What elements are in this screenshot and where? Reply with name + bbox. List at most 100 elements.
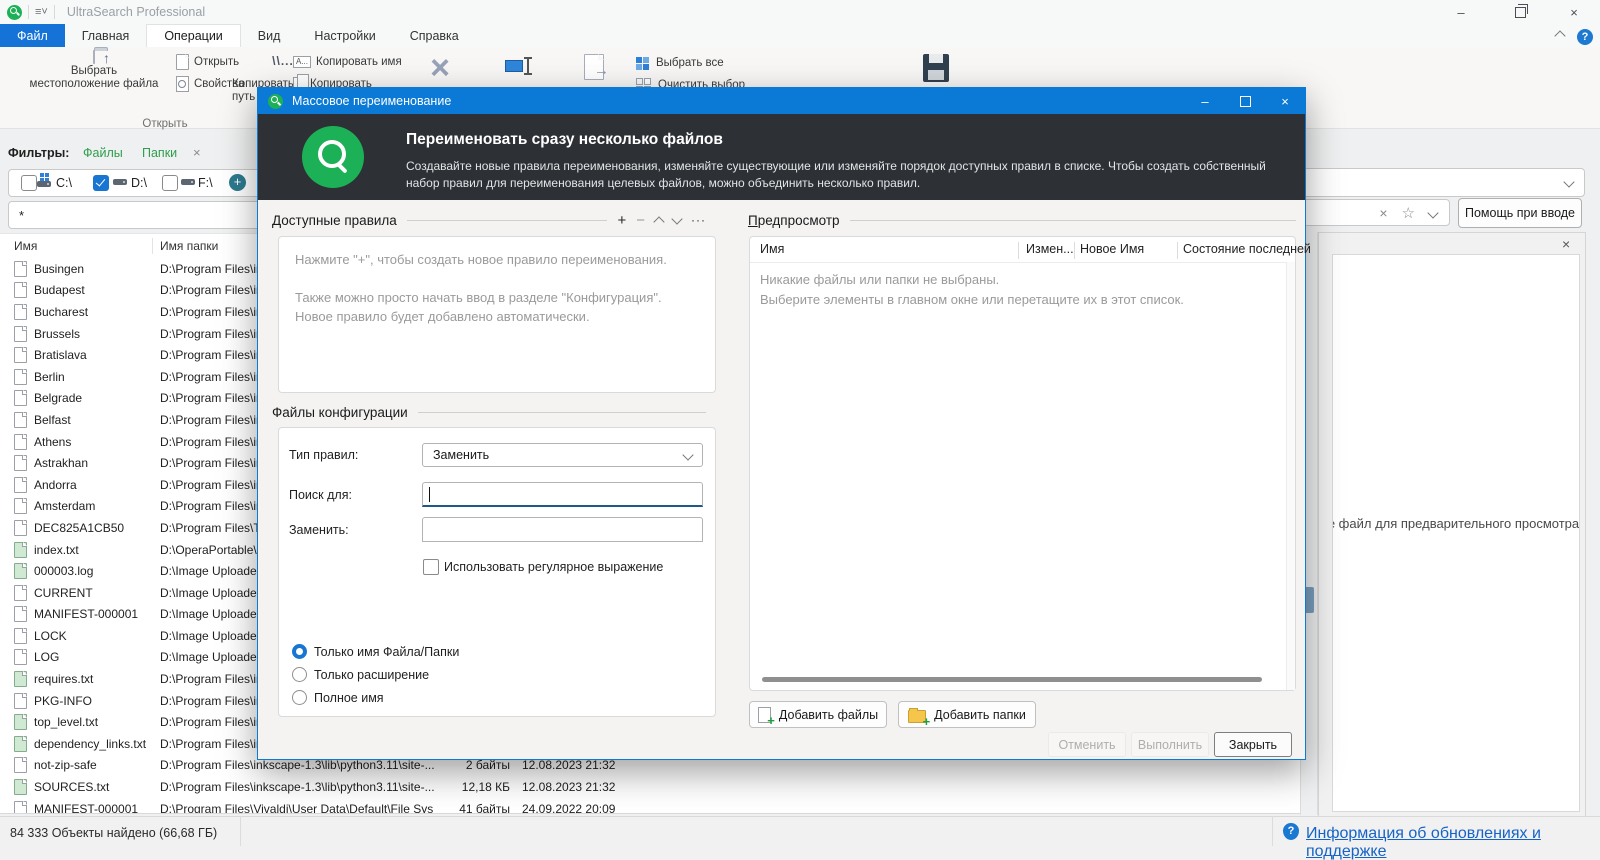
file-folder-path: D:\Program Files\inkscape-1.3\lib\python… — [160, 780, 435, 795]
file-export-icon — [584, 54, 609, 80]
file-row[interactable]: MANIFEST-000001 D:\Program Files\Vivaldi\… — [0, 798, 1300, 813]
tab-operations[interactable]: Операции — [146, 24, 241, 48]
drive-d-checkbox[interactable] — [93, 175, 109, 191]
add-files-button[interactable]: Добавить файлы — [749, 701, 887, 728]
file-icon — [14, 519, 27, 536]
column-divider[interactable] — [1074, 242, 1075, 259]
chevron-down-icon — [682, 449, 694, 461]
text-file-icon — [14, 563, 27, 580]
search-for-input[interactable] — [422, 482, 703, 507]
help-icon[interactable]: ? — [1577, 29, 1593, 45]
favorite-star-icon[interactable]: ☆ — [1402, 204, 1415, 222]
drive-f-label: F:\ — [198, 176, 213, 190]
quick-access-menu-icon[interactable]: ≡˅ — [35, 6, 48, 18]
column-folder[interactable]: Имя папки — [160, 239, 218, 253]
export-button[interactable] — [572, 54, 616, 85]
tab-file[interactable]: Файл — [0, 24, 65, 47]
radio-extension-only[interactable] — [292, 667, 307, 682]
cancel-button[interactable]: Отменить — [1048, 732, 1126, 757]
input-help-button[interactable]: Помощь при вводе — [1458, 198, 1582, 228]
column-name[interactable]: Имя — [760, 242, 784, 256]
replace-input[interactable] — [422, 517, 703, 542]
button-label: Выбрать все — [656, 57, 724, 69]
file-icon — [14, 498, 27, 515]
file-row[interactable]: SOURCES.txt D:\Program Files\inkscape-1.3… — [0, 776, 1300, 798]
remove-rule-icon[interactable]: − — [636, 213, 645, 228]
copy-name-button[interactable]: A... Копировать имя — [293, 52, 402, 72]
delete-x-icon: × — [430, 49, 450, 87]
update-info-link[interactable]: Информация об обновлениях и поддержке — [1306, 825, 1600, 860]
file-name: DEC825A1CB50 — [34, 520, 125, 535]
rule-type-select[interactable]: Заменить — [422, 443, 703, 467]
add-folders-button[interactable]: Добавить папки — [898, 701, 1036, 729]
file-name: Belfast — [34, 412, 71, 427]
select-all-button[interactable]: Выбрать все — [636, 53, 724, 73]
drive-c-checkbox[interactable] — [21, 175, 37, 191]
group-title: Файлы конфигурации — [272, 405, 408, 420]
radio-name-only[interactable] — [292, 644, 307, 659]
status-objects-found: 84 333 Объекты найдено (66,68 ГБ) — [10, 826, 218, 840]
dialog-maximize-button[interactable] — [1225, 88, 1265, 114]
close-preview-icon[interactable]: × — [1562, 236, 1570, 252]
rules-hint-2: Также можно просто начать ввод в разделе… — [295, 290, 662, 324]
execute-button[interactable]: Выполнить — [1131, 732, 1209, 757]
text-file-icon — [14, 714, 27, 731]
tab-help[interactable]: Справка — [393, 24, 476, 47]
preview-group: Предпросмотр — [748, 213, 1296, 228]
file-icon — [14, 282, 27, 299]
configuration-group: Файлы конфигурации — [272, 405, 706, 420]
clear-selection-icon — [636, 77, 643, 85]
divider — [417, 412, 706, 413]
filter-files-link[interactable]: Файлы — [83, 146, 123, 160]
divider — [849, 220, 1296, 221]
filters-label: Фильтры: — [8, 146, 70, 160]
close-button[interactable]: × — [1557, 0, 1591, 24]
column-new-name[interactable]: Новое Имя — [1080, 242, 1144, 256]
restore-button[interactable] — [1503, 0, 1537, 24]
text-file-icon — [14, 735, 27, 752]
regex-checkbox[interactable] — [423, 559, 439, 575]
dialog-header-title: Переименовать сразу несколько файлов — [406, 131, 723, 148]
column-name[interactable]: Имя — [14, 239, 37, 253]
file-name: PKG-INFO — [34, 693, 93, 708]
text-file-icon — [14, 541, 27, 558]
select-file-location-button[interactable]: Выбрать местоположение файла — [6, 50, 182, 92]
add-rule-icon[interactable]: + — [617, 213, 626, 228]
clear-filter-icon[interactable]: × — [193, 145, 201, 160]
copy-path-icon: \\... — [272, 54, 294, 68]
tab-home[interactable]: Главная — [65, 24, 147, 47]
file-name: Andorra — [34, 477, 77, 492]
rules-list-box[interactable]: Нажмите "+", чтобы создать новое правило… — [278, 236, 716, 393]
horizontal-scrollbar[interactable] — [762, 677, 1262, 682]
file-name: Budapest — [34, 283, 85, 298]
dialog-minimize-button[interactable]: – — [1185, 88, 1225, 114]
vertical-scrollbar[interactable] — [1286, 262, 1295, 690]
clear-search-icon[interactable]: × — [1379, 205, 1387, 221]
radio-full-name[interactable] — [292, 690, 307, 705]
tab-settings[interactable]: Настройки — [297, 24, 392, 47]
file-name: Berlin — [34, 369, 65, 384]
column-last-state[interactable]: Состояние последней — [1183, 242, 1311, 256]
add-drive-button[interactable]: + — [229, 174, 246, 191]
more-options-icon[interactable]: ··· — [691, 213, 706, 228]
dialog-close-button[interactable]: × — [1265, 88, 1305, 114]
column-divider[interactable] — [1177, 242, 1178, 259]
app-window: ≡˅ UltraSearch Professional – × Файл Гла… — [0, 0, 1600, 860]
minimize-button[interactable]: – — [1444, 0, 1478, 24]
save-button[interactable] — [912, 54, 960, 87]
divider — [240, 816, 241, 846]
delete-button[interactable]: × — [418, 51, 462, 85]
column-changed[interactable]: Измен... — [1026, 242, 1074, 256]
tab-view[interactable]: Вид — [241, 24, 298, 47]
drive-icon — [113, 179, 127, 185]
column-divider[interactable] — [152, 238, 153, 254]
move-down-icon[interactable] — [671, 213, 683, 225]
preview-empty-line2: Выберите элементы в главном окне или пер… — [760, 292, 1184, 307]
move-up-icon[interactable] — [653, 216, 665, 228]
drive-f-checkbox[interactable] — [162, 175, 178, 191]
filter-folders-link[interactable]: Папки — [142, 146, 177, 160]
rename-button[interactable] — [492, 57, 542, 75]
column-divider[interactable] — [1018, 242, 1019, 259]
close-dialog-button[interactable]: Закрыть — [1214, 732, 1292, 757]
chevron-down-icon[interactable] — [1427, 206, 1439, 219]
